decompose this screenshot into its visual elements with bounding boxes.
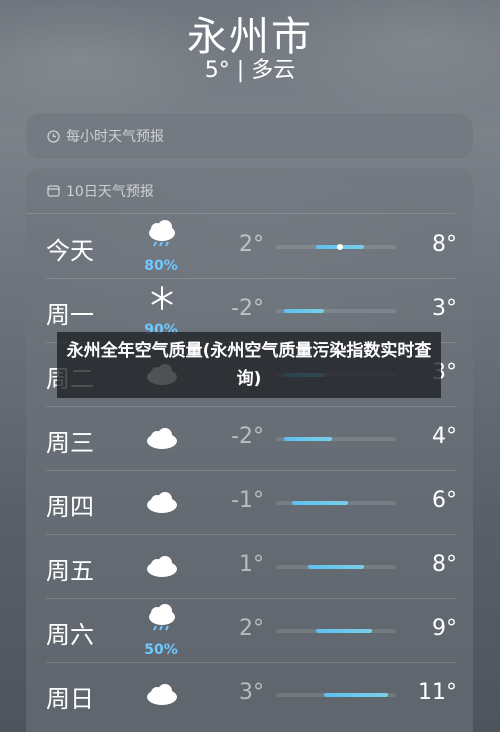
precipitation-chance: 80% — [144, 258, 178, 274]
forecast-row[interactable]: 周三 -2° 4° — [26, 406, 473, 470]
forecast-day-label: 周三 — [46, 429, 94, 457]
cloud-icon — [144, 488, 180, 528]
current-temperature-dot — [337, 244, 343, 250]
high-temperature: 8° — [432, 232, 457, 257]
snowflake-icon — [144, 284, 180, 324]
temperature-range-bar — [284, 309, 324, 313]
temperature-range-bar — [316, 629, 372, 633]
article-title-banner[interactable]: 永州全年空气质量(永州空气质量污染指数实时查询) — [57, 332, 441, 398]
forecast-row[interactable]: 周日 3° 11° — [26, 662, 473, 726]
forecast-row[interactable]: 今天 80% 2° 8° — [26, 214, 473, 278]
rain-cloud-icon — [144, 604, 180, 644]
forecast-row[interactable]: 周六 50% 2° 9° — [26, 598, 473, 662]
cloud-icon — [144, 424, 180, 464]
forecast-row[interactable]: 周四 -1° 6° — [26, 470, 473, 534]
temperature-range-bar — [292, 501, 348, 505]
high-temperature: 3° — [432, 296, 457, 321]
low-temperature: -1° — [231, 488, 264, 513]
low-temperature: -2° — [231, 296, 264, 321]
low-temperature: 3° — [239, 680, 264, 705]
temperature-range-track — [276, 565, 396, 569]
forecast-day-label: 今天 — [46, 237, 94, 265]
temperature-range-track — [276, 244, 396, 250]
ten-day-forecast-card[interactable]: 10日天气预报 今天80%2°8°周一90%-2°3°周二3°周三-2°4°周四… — [26, 168, 473, 732]
ten-day-forecast-title: 10日天气预报 — [66, 183, 154, 200]
temperature-range-track — [276, 309, 396, 313]
temperature-range-bar — [308, 565, 364, 569]
low-temperature: -2° — [231, 424, 264, 449]
forecast-day-label: 周一 — [46, 301, 94, 329]
hourly-forecast-card[interactable]: 每小时天气预报 — [26, 113, 473, 159]
temperature-range-bar — [324, 693, 388, 697]
high-temperature: 9° — [432, 616, 457, 641]
clock-icon — [46, 129, 60, 143]
temperature-range-track — [276, 501, 396, 505]
precipitation-chance: 50% — [144, 642, 178, 658]
low-temperature: 2° — [239, 232, 264, 257]
forecast-day-label: 周日 — [46, 685, 94, 713]
low-temperature: 2° — [239, 616, 264, 641]
high-temperature: 8° — [432, 552, 457, 577]
temperature-range-track — [276, 437, 396, 441]
high-temperature: 6° — [432, 488, 457, 513]
hourly-forecast-title: 每小时天气预报 — [66, 129, 164, 145]
current-weather-summary: 5° | 多云 — [204, 58, 296, 83]
temperature-range-track — [276, 693, 396, 697]
cloud-icon — [144, 680, 180, 720]
high-temperature: 4° — [432, 424, 457, 449]
low-temperature: 1° — [239, 552, 264, 577]
ten-day-forecast-header: 10日天气预报 — [26, 168, 455, 214]
forecast-day-label: 周四 — [46, 493, 94, 521]
temperature-range-track — [276, 629, 396, 633]
high-temperature: 11° — [418, 680, 457, 705]
rain-cloud-icon — [144, 220, 180, 260]
hourly-forecast-header: 每小时天气预报 — [26, 113, 473, 159]
forecast-day-label: 周五 — [46, 557, 94, 585]
calendar-icon — [46, 184, 60, 198]
temperature-range-bar — [284, 437, 332, 441]
forecast-day-label: 周六 — [46, 621, 94, 649]
cloud-icon — [144, 552, 180, 592]
forecast-row[interactable]: 周五 1° 8° — [26, 534, 473, 598]
